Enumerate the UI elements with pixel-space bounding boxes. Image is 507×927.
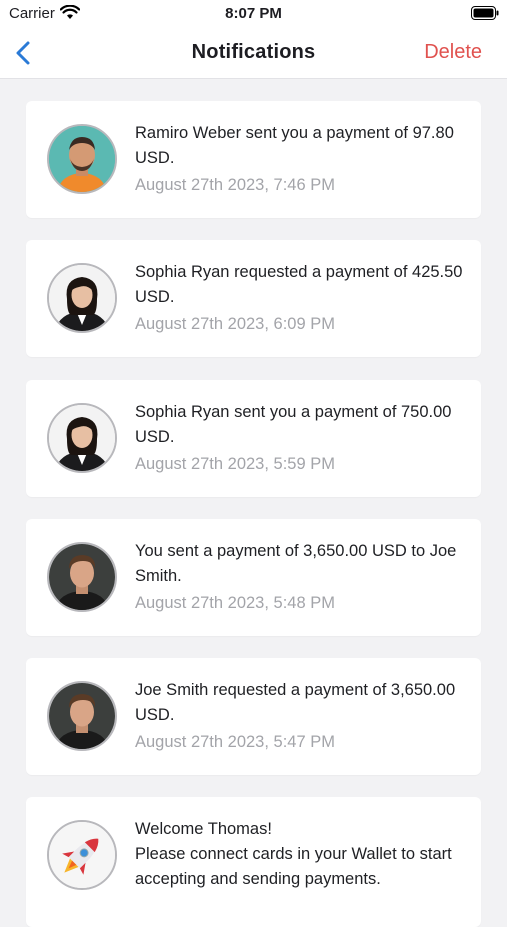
notification-card[interactable]: Sophia Ryan sent you a payment of 750.00… [26, 380, 481, 497]
notification-message: Joe Smith requested a payment of 3,650.0… [135, 681, 456, 724]
notification-message: You sent a payment of 3,650.00 USD to Jo… [135, 542, 457, 585]
navigation-bar: Notifications Delete [0, 30, 507, 79]
status-time: 8:07 PM [225, 5, 282, 22]
notification-message: Ramiro Weber sent you a payment of 97.80… [135, 124, 454, 167]
notification-time: August 27th 2023, 6:09 PM [135, 315, 335, 333]
notification-time: August 27th 2023, 5:59 PM [135, 455, 335, 473]
avatar [47, 542, 117, 612]
welcome-message: Welcome Thomas! Please connect cards in … [135, 817, 465, 892]
notification-card[interactable]: Joe Smith requested a payment of 3,650.0… [26, 658, 481, 775]
welcome-greeting: Welcome Thomas! [135, 820, 272, 838]
notification-card[interactable]: Sophia Ryan requested a payment of 425.5… [26, 240, 481, 357]
status-bar: Carrier 8:07 PM [0, 0, 507, 30]
notification-message: Sophia Ryan sent you a payment of 750.00… [135, 403, 452, 446]
avatar [47, 124, 117, 194]
rocket-icon [47, 820, 117, 890]
notification-message: Sophia Ryan requested a payment of 425.5… [135, 263, 463, 306]
notification-time: August 27th 2023, 5:48 PM [135, 594, 335, 612]
welcome-card[interactable]: Welcome Thomas! Please connect cards in … [26, 797, 481, 927]
avatar [47, 403, 117, 473]
notification-card[interactable]: You sent a payment of 3,650.00 USD to Jo… [26, 519, 481, 636]
notification-card[interactable]: Ramiro Weber sent you a payment of 97.80… [26, 101, 481, 218]
avatar [47, 681, 117, 751]
delete-button[interactable]: Delete [424, 41, 482, 64]
battery-icon [471, 6, 499, 25]
avatar [47, 263, 117, 333]
notification-time: August 27th 2023, 5:47 PM [135, 733, 335, 751]
notification-time: August 27th 2023, 7:46 PM [135, 176, 335, 194]
welcome-instruction: Please connect cards in your Wallet to s… [135, 845, 452, 888]
